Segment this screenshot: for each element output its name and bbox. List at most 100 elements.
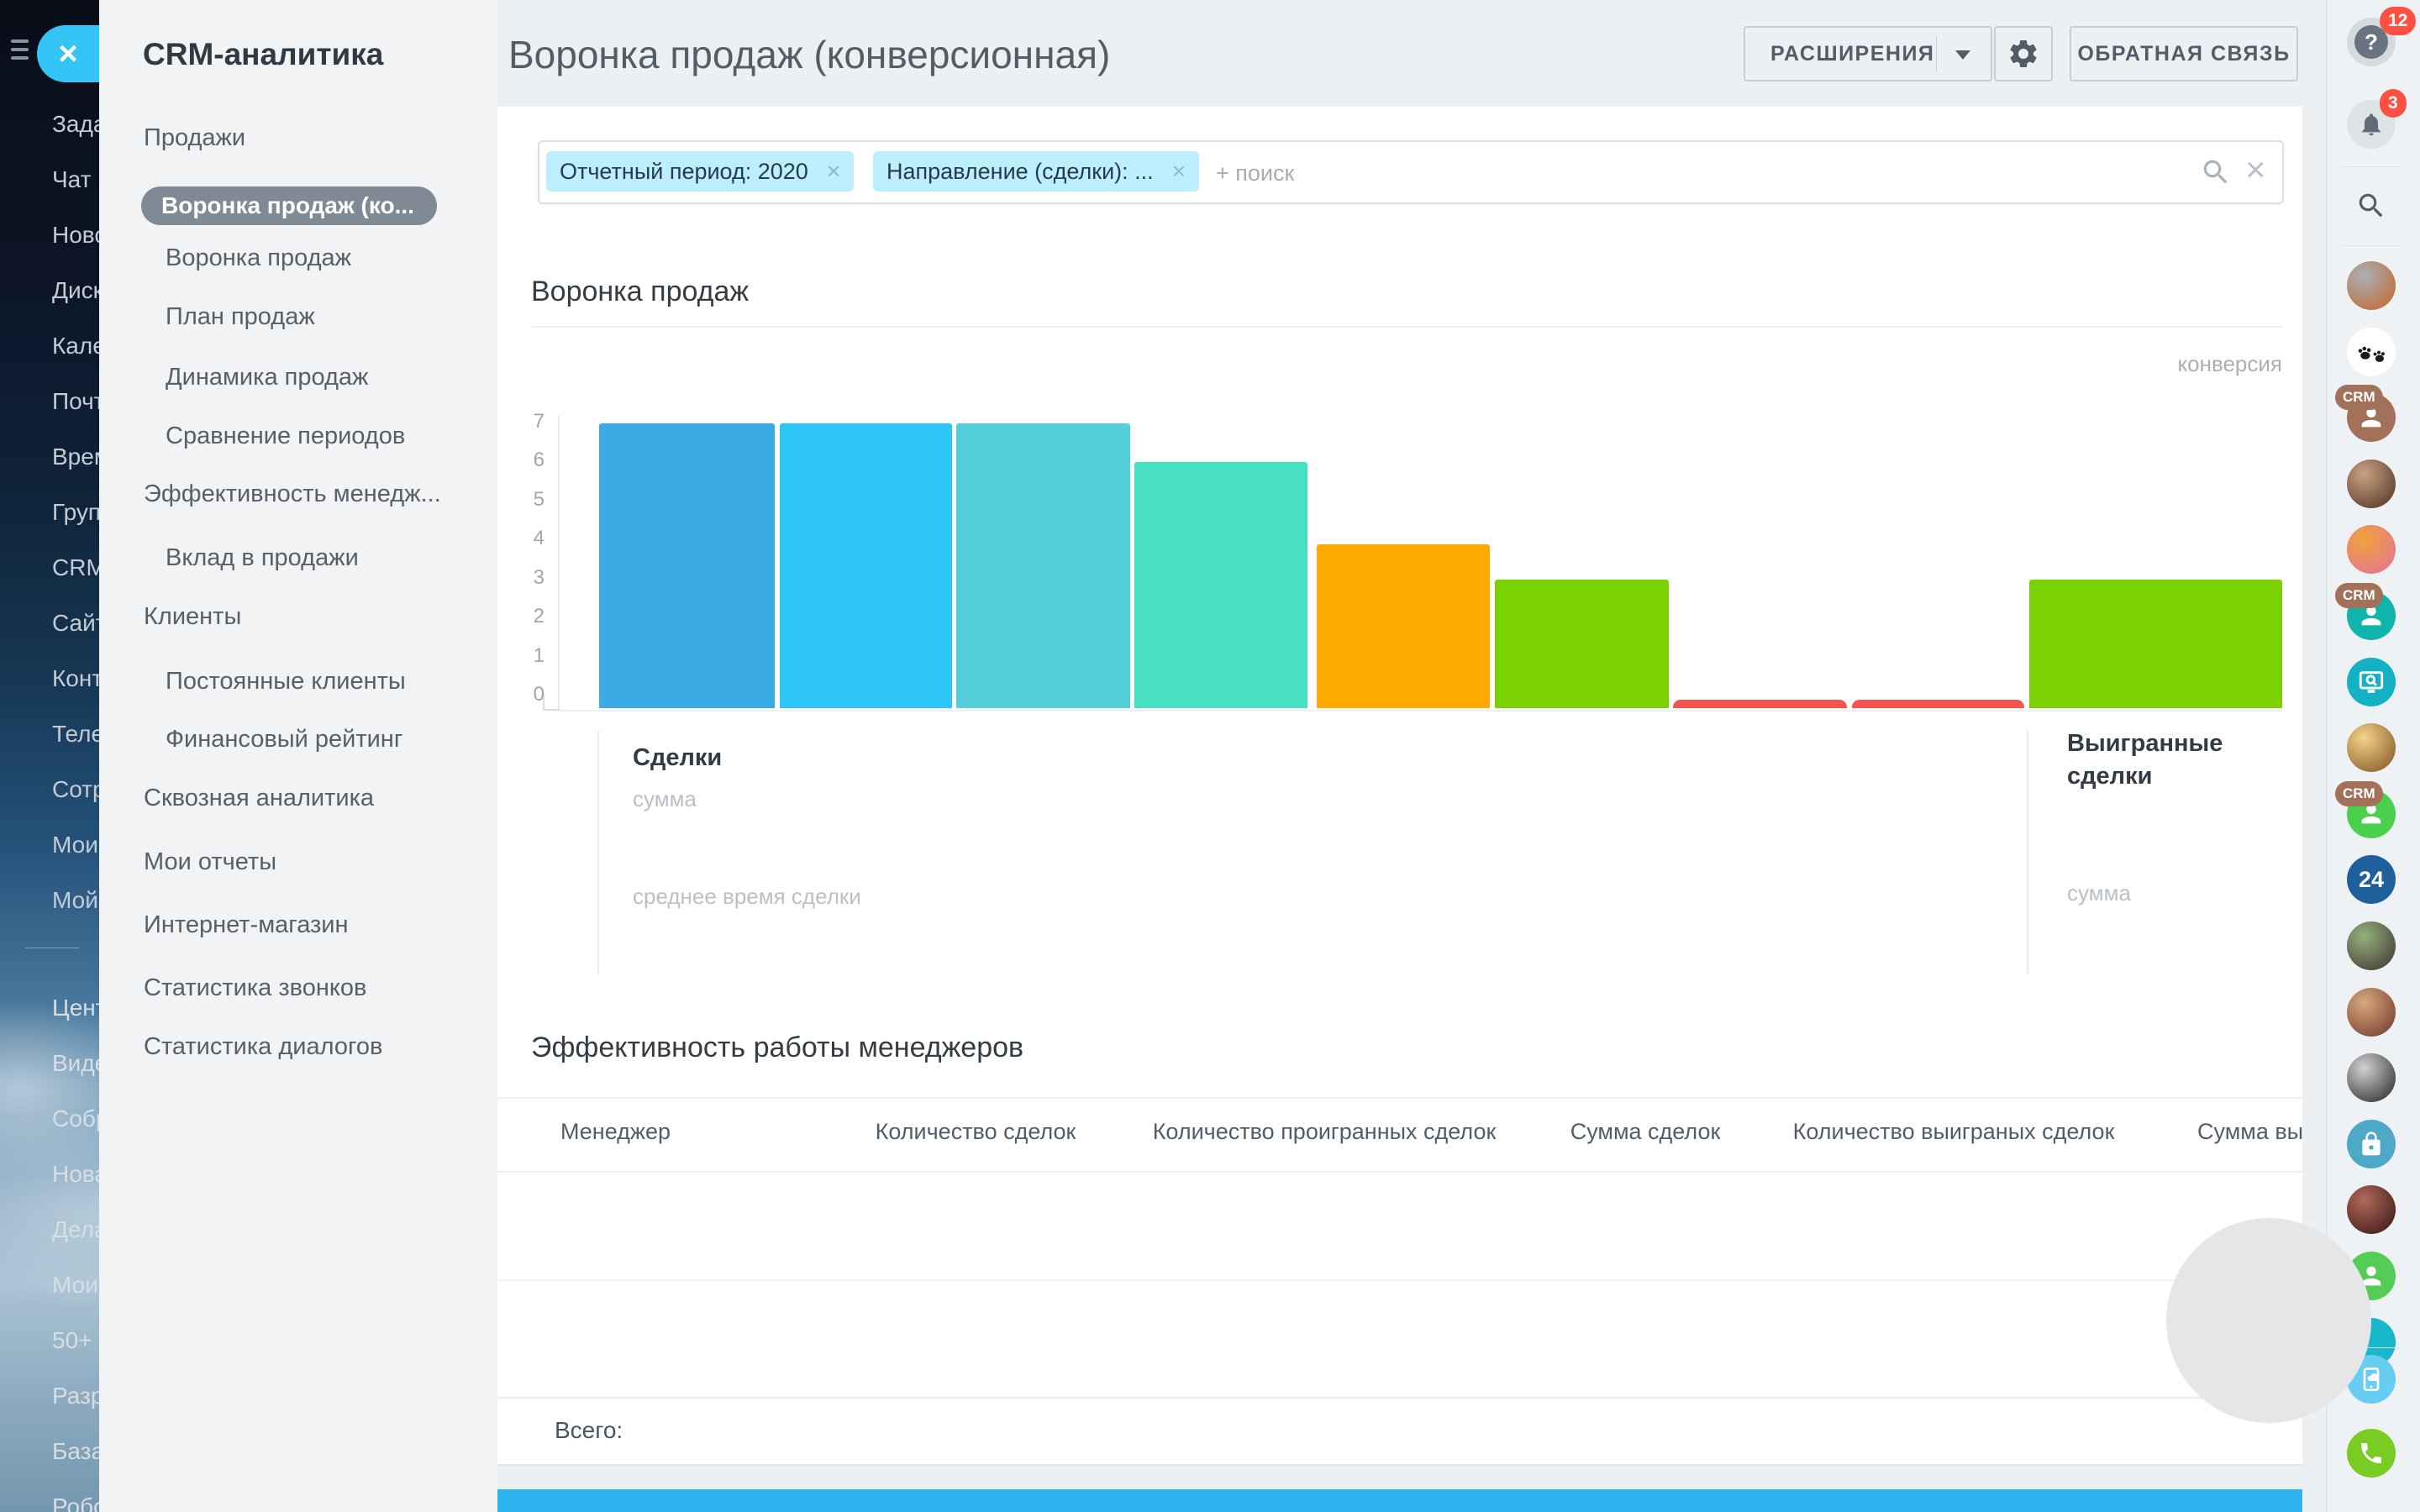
- rail-item-груп[interactable]: Груп: [52, 497, 99, 528]
- next-widget-peek: [497, 1489, 2302, 1512]
- rail-item-цент[interactable]: Цент: [52, 993, 99, 1023]
- screen-search-icon[interactable]: [2347, 658, 2396, 706]
- lock-icon[interactable]: [2347, 1120, 2396, 1168]
- gear-icon: [2007, 37, 2040, 71]
- avatar-photo-1[interactable]: [2347, 261, 2396, 310]
- sidebar-item-selected[interactable]: Воронка продаж (ко...: [141, 186, 437, 225]
- close-menu-button[interactable]: ×: [37, 25, 99, 82]
- rail-item-база[interactable]: База: [52, 1436, 99, 1467]
- floating-widget-circle[interactable]: [2166, 1218, 2371, 1423]
- table-column-header[interactable]: Количество сделок: [876, 1119, 1076, 1145]
- y-axis-tick-label: 4: [511, 527, 544, 550]
- search-icon[interactable]: [2200, 156, 2232, 188]
- sidebar-title: CRM-аналитика: [143, 37, 383, 72]
- sidebar-item[interactable]: Мои отчеты: [144, 848, 276, 876]
- sidebar-item[interactable]: Динамика продаж: [166, 364, 368, 391]
- rail-item-дела[interactable]: Дела: [52, 1215, 99, 1245]
- sidebar-item[interactable]: План продаж: [166, 303, 315, 331]
- rail-item-робо[interactable]: Робо: [52, 1492, 99, 1512]
- rail-item-мои[interactable]: Мои: [52, 1270, 99, 1300]
- funnel-bar[interactable]: [1852, 700, 2024, 708]
- help-badge: 12: [2380, 7, 2416, 35]
- avatar-photo-3[interactable]: [2347, 525, 2396, 574]
- divider: [531, 326, 2282, 328]
- search-icon[interactable]: [2347, 181, 2396, 230]
- rail-item-собр[interactable]: Собр: [52, 1104, 99, 1134]
- table-column-header[interactable]: Сумма выигр: [2197, 1119, 2302, 1145]
- rail-item-разр[interactable]: Разр: [52, 1381, 99, 1411]
- search-input-placeholder[interactable]: + поиск: [1216, 160, 1294, 186]
- notifications-badge: 3: [2380, 89, 2407, 118]
- rail-item-50+[interactable]: 50+: [52, 1326, 99, 1356]
- funnel-bar[interactable]: [956, 423, 1130, 708]
- rail-item-сотр[interactable]: Сотр: [52, 774, 99, 805]
- sidebar-item[interactable]: Сквозная аналитика: [144, 785, 374, 812]
- rail-item-нова[interactable]: Нова: [52, 1159, 99, 1189]
- avatar-crm-3[interactable]: CRM: [2347, 790, 2396, 838]
- funnel-bar[interactable]: [780, 423, 952, 708]
- sidebar-item[interactable]: Интернет-магазин: [144, 911, 349, 939]
- rail-item-почт[interactable]: Почт: [52, 386, 99, 417]
- funnel-bar[interactable]: [1673, 700, 1847, 708]
- avatar-photo-8[interactable]: [2347, 1185, 2396, 1234]
- rail-item-конт[interactable]: Конт: [52, 664, 99, 694]
- rail-item-кале[interactable]: Кале: [52, 331, 99, 361]
- avatar-photo-4[interactable]: [2347, 723, 2396, 772]
- rail-item-чат и[interactable]: Чат и: [52, 165, 99, 195]
- rail-item-теле[interactable]: Теле: [52, 719, 99, 749]
- sidebar-item[interactable]: Статистика диалогов: [144, 1033, 382, 1061]
- rail-item-диск[interactable]: Диск: [52, 276, 99, 306]
- funnel-bar[interactable]: [2029, 580, 2282, 708]
- won-sum-label: сумма: [2067, 880, 2131, 906]
- sidebar-item[interactable]: Вклад в продажи: [166, 544, 359, 572]
- page-title: Воронка продаж (конверсионная): [508, 32, 1110, 77]
- avatar-photo-5[interactable]: [2347, 921, 2396, 970]
- chevron-down-icon[interactable]: [1955, 50, 1970, 60]
- sidebar-item[interactable]: Клиенты: [144, 603, 241, 631]
- table-column-header[interactable]: Менеджер: [560, 1119, 671, 1145]
- sidebar-item[interactable]: Финансовый рейтинг: [166, 726, 402, 753]
- sidebar-item[interactable]: Статистика звонков: [144, 974, 366, 1002]
- y-axis-tick-label: 1: [511, 644, 544, 668]
- extensions-button[interactable]: РАСШИРЕНИЯ: [1744, 26, 1992, 81]
- avatar-crm-2[interactable]: CRM: [2347, 591, 2396, 640]
- filter-chip[interactable]: Направление (сделки): ...×: [873, 151, 1199, 192]
- avatar-photo-2[interactable]: [2347, 459, 2396, 508]
- rail-item-crm[interactable]: CRM: [52, 553, 99, 583]
- rail-item-мои[interactable]: Мои: [52, 830, 99, 860]
- avatar-photo-7[interactable]: [2347, 1053, 2396, 1102]
- avatar-crm-1[interactable]: CRM: [2347, 393, 2396, 442]
- rail-item-врем[interactable]: Врем: [52, 442, 99, 472]
- filter-chip[interactable]: Отчетный период: 2020 ×: [546, 151, 854, 192]
- phone-icon[interactable]: [2347, 1429, 2396, 1478]
- filter-chip-label: Отчетный период: 2020: [560, 159, 808, 185]
- settings-button[interactable]: [1994, 26, 2053, 81]
- remove-chip-icon[interactable]: ×: [1172, 158, 1186, 185]
- hamburger-menu-icon[interactable]: [11, 39, 29, 61]
- avatar-photo-6[interactable]: [2347, 988, 2396, 1037]
- avatar-paws[interactable]: [2347, 328, 2396, 376]
- funnel-bar[interactable]: [1134, 462, 1307, 708]
- funnel-bar[interactable]: [1495, 580, 1669, 708]
- conversion-label: конверсия: [2050, 351, 2282, 377]
- remove-chip-icon[interactable]: ×: [827, 158, 840, 185]
- funnel-bar[interactable]: [599, 423, 775, 708]
- bitrix24-icon[interactable]: 24: [2347, 855, 2396, 904]
- rail-item-сайт[interactable]: Сайт: [52, 608, 99, 638]
- rail-item-виде[interactable]: Виде: [52, 1048, 99, 1079]
- rail-item-ново[interactable]: Ново: [52, 220, 99, 250]
- sidebar-item[interactable]: Продажи: [144, 124, 245, 152]
- clear-filter-icon[interactable]: ×: [2245, 150, 2266, 190]
- table-column-header[interactable]: Количество выиграных сделок: [1793, 1119, 2115, 1145]
- sidebar-item[interactable]: Воронка продаж: [166, 244, 351, 272]
- deals-sum-label: сумма: [633, 786, 697, 812]
- table-column-header[interactable]: Количество проигранных сделок: [1153, 1119, 1497, 1145]
- rail-item-мой[interactable]: Мой: [52, 885, 99, 916]
- feedback-button[interactable]: ОБРАТНАЯ СВЯЗЬ: [2070, 26, 2298, 81]
- sidebar-item[interactable]: Сравнение периодов: [166, 423, 405, 450]
- sidebar-item[interactable]: Эффективность менедж...: [144, 480, 441, 508]
- sidebar-item[interactable]: Постоянные клиенты: [166, 668, 406, 696]
- table-column-header[interactable]: Сумма сделок: [1570, 1119, 1721, 1145]
- funnel-bar[interactable]: [1317, 544, 1490, 708]
- rail-item-зада[interactable]: Зада: [52, 109, 99, 139]
